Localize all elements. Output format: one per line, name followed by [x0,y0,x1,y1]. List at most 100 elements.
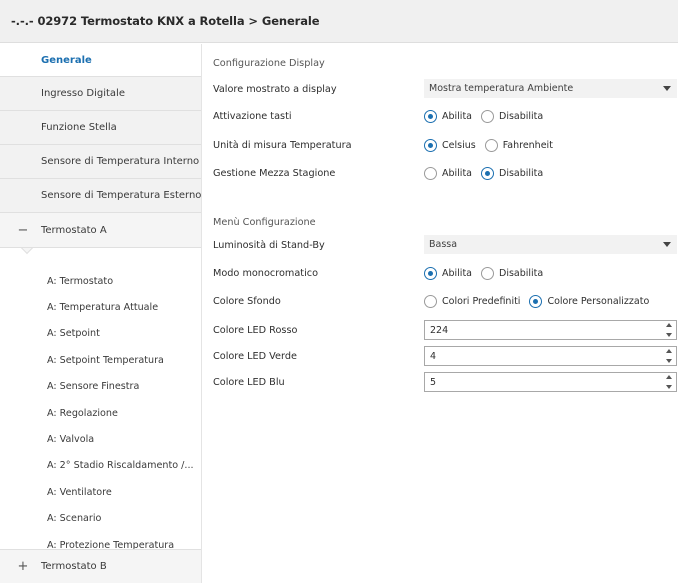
sidebar-item-sensore-interno[interactable]: Sensore di Temperatura Interno [0,145,201,179]
radio-unchecked-icon [481,109,494,123]
window-title: -.-.- 02972 Termostato KNX a Rotella > G… [0,0,678,43]
sidebar-subitem-label: A: Sensore Finestra [47,381,140,393]
radio-mezza-abilita[interactable]: Abilita [424,166,472,180]
row-mezza-stagione: Gestione Mezza Stagione Abilita Disabili… [213,163,678,183]
row-valore-display: Valore mostrato a display Mostra tempera… [213,79,678,99]
spinner-value: 5 [430,376,437,388]
monocromatico-radio-group: Abilita Disabilita [424,263,552,283]
radio-colori-predefiniti[interactable]: Colori Predefiniti [424,294,521,308]
radio-colore-personalizzato[interactable]: Colore Personalizzato [529,294,650,308]
sidebar-subitem-valvola[interactable]: A: Valvola [0,426,201,452]
sidebar-subitem-label: A: Termostato [47,275,114,287]
radio-checked-icon [424,266,437,280]
sidebar-group-termostato-b[interactable]: + Termostato B [0,549,201,583]
sidebar-group-label: Termostato A [41,224,107,236]
sidebar-subitem-label: A: Valvola [47,434,95,446]
sidebar-item-label: Sensore di Temperatura Esterno [41,190,202,201]
led-verde-spinner[interactable]: 4 [424,346,677,366]
sidebar-subitem-label: A: Setpoint Temperatura [47,354,164,366]
unita-misura-radio-group: Celsius Fahrenheit [424,135,562,155]
radio-label: Abilita [442,267,472,279]
field-label: Luminosità di Stand-By [213,239,325,251]
radio-mono-abilita[interactable]: Abilita [424,266,472,280]
sidebar-item-label: Ingresso Digitale [41,88,125,99]
valore-display-select[interactable]: Mostra temperatura Ambiente [424,79,677,98]
sidebar: Generale Ingresso Digitale Funzione Stel… [0,44,202,583]
sidebar-subitem-secondo-stadio[interactable]: A: 2° Stadio Riscaldamento /... [0,453,201,479]
spin-arrows-icon[interactable] [665,375,673,389]
spin-arrows-icon[interactable] [665,323,673,337]
sidebar-subitem-temperatura-attuale[interactable]: A: Temperatura Attuale [0,294,201,320]
sidebar-subitem-setpoint[interactable]: A: Setpoint [0,321,201,347]
row-colore-sfondo: Colore Sfondo Colori Predefiniti Colore … [213,291,678,311]
radio-checked-icon [481,166,494,180]
radio-label: Fahrenheit [502,139,553,151]
field-label: Colore LED Rosso [213,324,298,336]
sidebar-group-termostato-a[interactable]: − Termostato A [0,213,201,248]
radio-checked-icon [424,138,437,152]
field-label: Colore LED Verde [213,350,297,362]
sidebar-subitem-label: A: Temperatura Attuale [47,302,159,314]
radio-label: Colore Personalizzato [547,295,650,307]
sidebar-subitem-ventilatore[interactable]: A: Ventilatore [0,479,201,505]
sidebar-subitem-setpoint-temperatura[interactable]: A: Setpoint Temperatura [0,347,201,373]
radio-label: Disabilita [499,167,544,179]
sidebar-subitem-label: A: Setpoint [47,328,100,340]
sidebar-item-ingresso-digitale[interactable]: Ingresso Digitale [0,77,201,111]
section-title-display: Configurazione Display [213,58,325,69]
spin-arrows-icon[interactable] [665,349,673,363]
radio-tasti-abilita[interactable]: Abilita [424,109,472,123]
sidebar-item-label: Sensore di Temperatura Interno [41,156,200,167]
radio-unchecked-icon [424,166,437,180]
field-label: Attivazione tasti [213,110,292,122]
field-label: Unità di misura Temperatura [213,139,352,151]
plus-icon[interactable]: + [17,550,29,583]
field-label: Gestione Mezza Stagione [213,167,336,179]
radio-checked-icon [529,294,543,308]
radio-checked-icon [424,109,437,123]
sidebar-subitem-label: A: Scenario [47,513,102,525]
sidebar-subitem-label: A: Regolazione [47,407,118,419]
sidebar-item-generale[interactable]: Generale [0,44,201,77]
minus-icon[interactable]: − [17,213,29,247]
sidebar-item-label: Funzione Stella [41,122,117,133]
attivazione-tasti-radio-group: Abilita Disabilita [424,106,552,126]
select-value: Bassa [429,239,458,250]
sidebar-group-label: Termostato B [41,561,107,572]
radio-celsius[interactable]: Celsius [424,138,476,152]
led-rosso-spinner[interactable]: 224 [424,320,677,340]
chevron-down-icon [663,86,671,91]
sidebar-subitem-regolazione[interactable]: A: Regolazione [0,400,201,426]
sidebar-subitem-label: A: Ventilatore [47,486,112,498]
row-led-blu: Colore LED Blu 5 [213,372,678,392]
led-blu-spinner[interactable]: 5 [424,372,677,392]
radio-fahrenheit[interactable]: Fahrenheit [484,138,553,152]
radio-mezza-disabilita[interactable]: Disabilita [481,166,544,180]
sidebar-subitem-sensore-finestra[interactable]: A: Sensore Finestra [0,374,201,400]
radio-mono-disabilita[interactable]: Disabilita [481,266,543,280]
radio-label: Colori Predefiniti [442,295,521,307]
sidebar-subitem-scenario[interactable]: A: Scenario [0,506,201,532]
radio-label: Abilita [442,110,472,122]
sidebar-item-label: Generale [41,54,92,66]
row-luminosita: Luminosità di Stand-By Bassa [213,235,678,255]
spinner-value: 4 [430,350,437,362]
chevron-down-icon [663,242,671,247]
colore-sfondo-radio-group: Colori Predefiniti Colore Personalizzato [424,291,658,311]
sidebar-item-sensore-esterno[interactable]: Sensore di Temperatura Esterno [0,179,201,213]
spinner-value: 224 [430,324,449,336]
row-attivazione-tasti: Attivazione tasti Abilita Disabilita [213,106,678,126]
radio-unchecked-icon [484,138,498,152]
sidebar-subitem-termostato[interactable]: A: Termostato [0,268,201,294]
field-label: Modo monocromatico [213,267,319,279]
luminosita-select[interactable]: Bassa [424,235,677,254]
sidebar-item-funzione-stella[interactable]: Funzione Stella [0,111,201,145]
field-label: Colore Sfondo [213,295,281,307]
row-unita-misura: Unità di misura Temperatura Celsius Fahr… [213,135,678,155]
group-expanded-notch [20,248,34,255]
mezza-stagione-radio-group: Abilita Disabilita [424,163,552,183]
select-value: Mostra temperatura Ambiente [429,83,574,94]
row-led-verde: Colore LED Verde 4 [213,346,678,366]
radio-tasti-disabilita[interactable]: Disabilita [481,109,543,123]
radio-unchecked-icon [424,294,437,308]
